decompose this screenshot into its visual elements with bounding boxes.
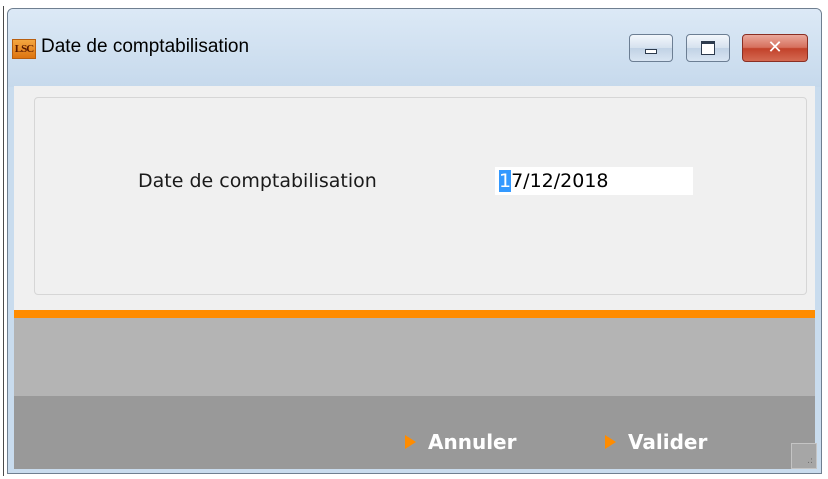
footer-band-light — [14, 318, 815, 396]
maximize-icon — [701, 41, 715, 55]
validate-button[interactable]: Valider — [605, 427, 707, 457]
resize-grip[interactable]: .: — [791, 443, 817, 469]
date-label: Date de comptabilisation — [138, 170, 377, 192]
play-arrow-icon — [605, 434, 616, 449]
close-icon: ✕ — [767, 37, 783, 58]
title-bar[interactable]: LSC Date de comptabilisation ✕ — [8, 9, 821, 87]
cancel-button-label: Annuler — [428, 430, 517, 454]
form-group-box: Date de comptabilisation 17/12/2018 — [34, 97, 807, 295]
resize-grip-icon: .: — [807, 456, 813, 466]
date-input-selection: 1 — [499, 170, 512, 192]
date-input-text: 7/12/2018 — [511, 170, 609, 192]
validate-button-label: Valider — [628, 430, 708, 454]
maximize-button[interactable] — [686, 34, 730, 62]
cancel-button[interactable]: Annuler — [405, 427, 516, 457]
lsc-app-icon: LSC — [12, 39, 36, 59]
accent-divider — [14, 310, 815, 318]
window-title: Date de comptabilisation — [41, 36, 250, 57]
minimize-button[interactable] — [629, 34, 673, 62]
dialog-window: LSC Date de comptabilisation ✕ Date de c… — [7, 8, 822, 474]
dialog-content: Date de comptabilisation 17/12/2018 — [14, 86, 815, 320]
close-button[interactable]: ✕ — [742, 34, 808, 62]
play-arrow-icon — [405, 434, 416, 449]
minimize-icon — [645, 49, 657, 54]
date-input[interactable]: 17/12/2018 — [495, 167, 693, 195]
background-window-edge — [3, 6, 4, 476]
